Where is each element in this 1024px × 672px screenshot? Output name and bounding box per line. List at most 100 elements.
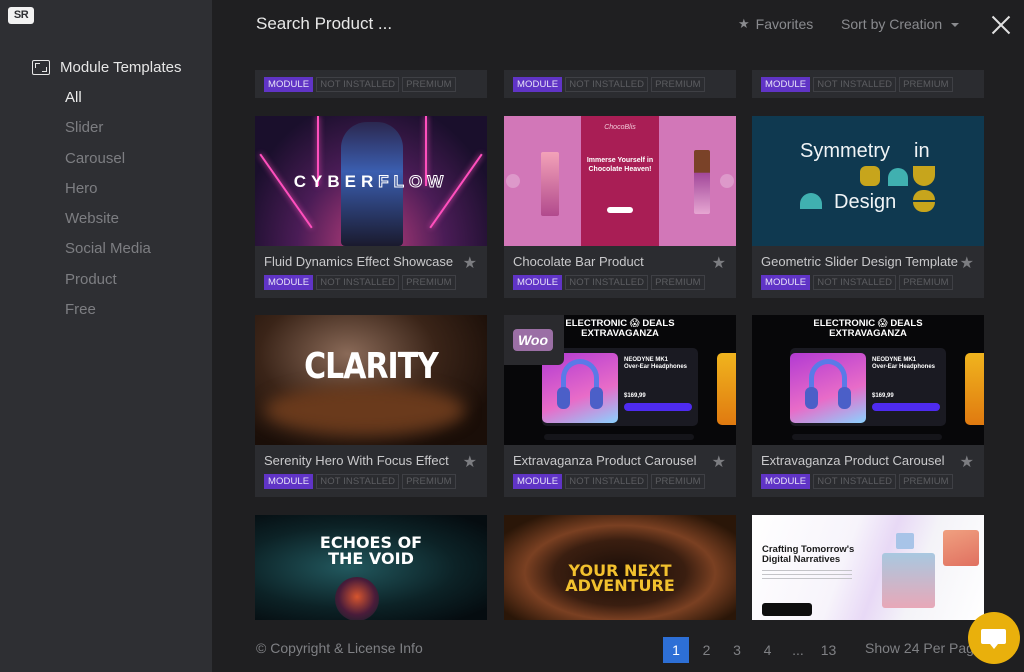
premium-tag: PREMIUM bbox=[402, 275, 456, 290]
sidebar: SR Module Templates All Slider Carousel … bbox=[0, 0, 212, 672]
favorite-star-icon[interactable]: ★ bbox=[463, 452, 477, 472]
thumbnail-price: $169,99 bbox=[872, 393, 894, 399]
module-tag: MODULE bbox=[761, 275, 811, 290]
template-card[interactable]: MODULE NOT INSTALLED PREMIUM bbox=[504, 70, 736, 98]
page-13-button[interactable]: 13 bbox=[816, 637, 842, 663]
module-tag: MODULE bbox=[513, 474, 563, 489]
template-title: Chocolate Bar Product bbox=[513, 254, 644, 269]
template-thumbnail[interactable]: ECHOES OF THE VOID bbox=[255, 515, 487, 620]
per-page-selector[interactable]: Show 24 Per Page bbox=[865, 640, 982, 656]
sidebar-item-website[interactable]: Website bbox=[65, 209, 151, 239]
premium-tag: PREMIUM bbox=[899, 77, 953, 92]
favorite-star-icon[interactable]: ★ bbox=[712, 253, 726, 273]
thumbnail-text: Design bbox=[834, 191, 897, 213]
close-icon[interactable] bbox=[990, 14, 1012, 36]
thumbnail-text: ELECTRONIC 😱 DEALS EXTRAVAGANZA bbox=[813, 318, 923, 339]
tag-list: MODULE NOT INSTALLED PREMIUM bbox=[761, 275, 953, 290]
page-3-button[interactable]: 3 bbox=[724, 637, 750, 663]
sidebar-item-all[interactable]: All bbox=[65, 88, 151, 118]
thumbnail-text: YOUR NEXT ADVENTURE bbox=[565, 561, 675, 595]
module-tag: MODULE bbox=[761, 474, 811, 489]
thumbnail-text: ECHOES OF THE VOID bbox=[319, 533, 423, 568]
template-thumbnail[interactable]: YOUR NEXT ADVENTURE bbox=[504, 515, 736, 620]
sr-logo: SR bbox=[8, 7, 34, 24]
template-thumbnail[interactable]: ELECTRONIC 😱 DEALS EXTRAVAGANZA NEODYNE M… bbox=[752, 315, 984, 445]
chat-bubble-icon bbox=[981, 629, 1006, 649]
not-installed-tag: NOT INSTALLED bbox=[813, 275, 897, 290]
template-thumbnail[interactable]: CYBERFLOW bbox=[255, 116, 487, 246]
sidebar-item-product[interactable]: Product bbox=[65, 270, 151, 300]
page-1-button[interactable]: 1 bbox=[663, 637, 689, 663]
favorite-star-icon[interactable]: ★ bbox=[463, 253, 477, 273]
template-card[interactable]: MODULE NOT INSTALLED PREMIUM bbox=[752, 70, 984, 98]
module-templates-icon bbox=[32, 60, 50, 75]
woo-logo-icon: Woo bbox=[513, 329, 553, 351]
thumbnail-text: in bbox=[914, 140, 930, 162]
tag-list: MODULE NOT INSTALLED PREMIUM bbox=[513, 474, 705, 489]
template-card[interactable]: ELECTRONIC 😱 DEALS EXTRAVAGANZA NEODYNE M… bbox=[752, 315, 984, 497]
tag-list: MODULE NOT INSTALLED PREMIUM bbox=[761, 474, 953, 489]
chat-button[interactable] bbox=[968, 612, 1020, 664]
not-installed-tag: NOT INSTALLED bbox=[565, 474, 649, 489]
template-thumbnail[interactable]: ChocoBlis Immerse Yourself in Chocolate … bbox=[504, 116, 736, 246]
template-card[interactable]: CLARITY Serenity Hero With Focus Effect … bbox=[255, 315, 487, 497]
pagination: 1 2 3 4 ... 13 bbox=[663, 637, 846, 663]
module-tag: MODULE bbox=[264, 474, 314, 489]
template-title: Extravaganza Product Carousel bbox=[761, 453, 945, 468]
template-grid: MODULE NOT INSTALLED PREMIUM MODULE NOT … bbox=[255, 0, 985, 620]
tag-list: MODULE NOT INSTALLED PREMIUM bbox=[513, 275, 705, 290]
module-templates-dialog: SR Module Templates All Slider Carousel … bbox=[0, 0, 1024, 672]
template-title: Extravaganza Product Carousel bbox=[513, 453, 697, 468]
page-4-button[interactable]: 4 bbox=[755, 637, 781, 663]
premium-tag: PREMIUM bbox=[651, 275, 705, 290]
favorite-star-icon[interactable]: ★ bbox=[960, 452, 974, 472]
template-thumbnail[interactable]: Crafting Tomorrow's Digital Narratives bbox=[752, 515, 984, 620]
template-card[interactable]: MODULE NOT INSTALLED PREMIUM bbox=[255, 70, 487, 98]
template-thumbnail[interactable]: ELECTRONIC 😱 DEALS EXTRAVAGANZA NEODYNE M… bbox=[504, 315, 736, 445]
template-thumbnail[interactable]: CLARITY bbox=[255, 315, 487, 445]
tag-list: MODULE NOT INSTALLED PREMIUM bbox=[513, 77, 705, 92]
premium-tag: PREMIUM bbox=[899, 474, 953, 489]
thumbnail-text: CYBERFLOW bbox=[293, 172, 449, 192]
template-card[interactable]: Crafting Tomorrow's Digital Narratives bbox=[752, 515, 984, 620]
not-installed-tag: NOT INSTALLED bbox=[813, 474, 897, 489]
page-2-button[interactable]: 2 bbox=[694, 637, 720, 663]
template-card[interactable]: ECHOES OF THE VOID bbox=[255, 515, 487, 620]
sidebar-heading[interactable]: Module Templates bbox=[32, 59, 181, 76]
module-tag: MODULE bbox=[761, 77, 811, 92]
premium-tag: PREMIUM bbox=[651, 77, 705, 92]
module-tag: MODULE bbox=[264, 275, 314, 290]
favorite-star-icon[interactable]: ★ bbox=[712, 452, 726, 472]
not-installed-tag: NOT INSTALLED bbox=[316, 275, 400, 290]
category-list: All Slider Carousel Hero Website Social … bbox=[65, 88, 151, 330]
template-title: Fluid Dynamics Effect Showcase bbox=[264, 254, 454, 269]
template-card[interactable]: YOUR NEXT ADVENTURE bbox=[504, 515, 736, 620]
template-card[interactable]: Symmetry in Design Geometric Slider Desi… bbox=[752, 116, 984, 298]
sidebar-item-carousel[interactable]: Carousel bbox=[65, 149, 151, 179]
template-card[interactable]: ChocoBlis Immerse Yourself in Chocolate … bbox=[504, 116, 736, 298]
not-installed-tag: NOT INSTALLED bbox=[316, 77, 400, 92]
premium-tag: PREMIUM bbox=[899, 275, 953, 290]
thumbnail-product-name: NEODYNE MK1 Over-Ear Headphones bbox=[872, 357, 936, 370]
not-installed-tag: NOT INSTALLED bbox=[565, 275, 649, 290]
sidebar-item-slider[interactable]: Slider bbox=[65, 118, 151, 148]
tag-list: MODULE NOT INSTALLED PREMIUM bbox=[264, 275, 456, 290]
template-thumbnail[interactable]: Symmetry in Design bbox=[752, 116, 984, 246]
pagination-ellipsis: ... bbox=[792, 642, 804, 658]
sidebar-item-social-media[interactable]: Social Media bbox=[65, 239, 151, 269]
sidebar-heading-label: Module Templates bbox=[60, 59, 182, 76]
not-installed-tag: NOT INSTALLED bbox=[565, 77, 649, 92]
copyright-license-link[interactable]: © Copyright & License Info bbox=[256, 640, 423, 656]
template-card[interactable]: ELECTRONIC 😱 DEALS EXTRAVAGANZA NEODYNE M… bbox=[504, 315, 736, 497]
sidebar-item-hero[interactable]: Hero bbox=[65, 179, 151, 209]
premium-tag: PREMIUM bbox=[402, 77, 456, 92]
favorite-star-icon[interactable]: ★ bbox=[960, 253, 974, 273]
module-tag: MODULE bbox=[264, 77, 314, 92]
thumbnail-text: Immerse Yourself in Chocolate Heaven! bbox=[586, 157, 654, 173]
thumbnail-text: Symmetry bbox=[800, 140, 890, 162]
tag-list: MODULE NOT INSTALLED PREMIUM bbox=[264, 77, 456, 92]
sidebar-item-free[interactable]: Free bbox=[65, 300, 151, 330]
template-title: Serenity Hero With Focus Effect bbox=[264, 453, 449, 468]
template-card[interactable]: CYBERFLOW Fluid Dynamics Effect Showcase… bbox=[255, 116, 487, 298]
thumbnail-product-name: NEODYNE MK1 Over-Ear Headphones bbox=[624, 357, 688, 370]
